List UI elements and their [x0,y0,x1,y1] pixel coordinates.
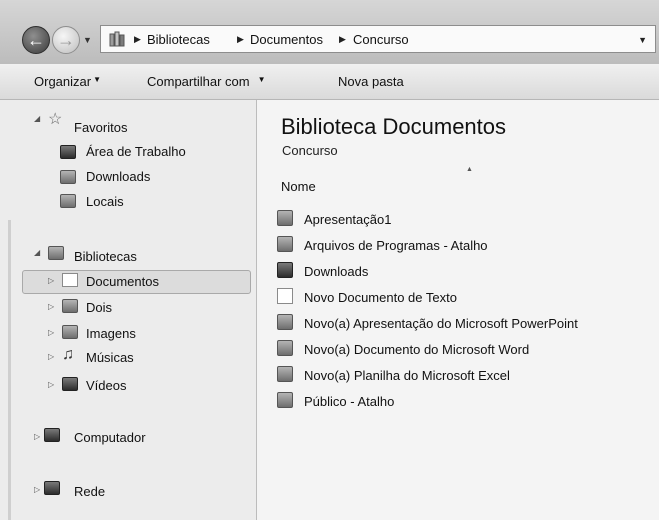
file-name: Novo Documento de Texto [304,290,457,305]
organize-label: Organizar [34,74,92,89]
command-toolbar: Organizar ▼ Compartilhar com ▼ Nova pasta [0,64,659,100]
file-list-pane[interactable]: Biblioteca Documentos Concurso ▲ Nome Ap… [257,100,659,520]
breadcrumb-concurso[interactable]: Concurso [353,32,409,47]
recent-places-icon [60,194,76,208]
nav-item-label: Downloads [86,169,151,184]
library-icon [48,246,64,260]
nav-item-label: Imagens [86,326,136,341]
share-menu[interactable]: Compartilhar com ▼ [147,74,266,89]
breadcrumb-separator-icon[interactable]: ▶ [237,34,244,45]
nav-item-label: Locais [86,194,124,209]
breadcrumb-bibliotecas[interactable]: Bibliotecas [147,32,210,47]
address-field[interactable]: ▶ Bibliotecas ▶ Documentos ▶ Concurso ▼ [100,25,656,53]
file-name: Público - Atalho [304,394,395,409]
collapsed-arrow-icon[interactable]: ▷ [34,432,40,441]
powerpoint-file-icon [277,314,293,330]
forward-arrow-icon: → [57,29,75,50]
library-folder-icon [62,299,78,313]
nav-network-label: Rede [74,484,106,499]
collapsed-arrow-icon[interactable]: ▷ [48,328,54,337]
library-subtitle: Concurso [282,143,338,158]
collapsed-arrow-icon[interactable]: ▷ [48,276,54,285]
library-icon [109,31,125,47]
file-name: Downloads [304,264,369,279]
powerpoint-file-icon [277,210,293,226]
nav-item-label: Área de Trabalho [86,144,186,159]
library-title: Biblioteca Documentos [281,114,507,139]
organize-menu[interactable]: Organizar ▼ [34,74,101,89]
expanded-arrow-icon[interactable]: ◢ [34,248,40,257]
address-history-dropdown-icon[interactable]: ▼ [638,35,647,45]
navigation-pane[interactable]: ◢ ☆ Favoritos Área de Trabalho Downloads… [0,100,257,520]
nav-item-label: Documentos [86,274,159,289]
nav-item-label: Músicas [86,350,134,365]
expanded-arrow-icon[interactable]: ◢ [34,114,40,123]
address-bar-area: ← → ▼ ▶ Bibliotecas ▶ Documentos ▶ Concu… [0,0,659,65]
collapsed-arrow-icon[interactable]: ▷ [48,380,54,389]
word-file-icon [277,340,293,356]
text-file-icon [277,288,293,304]
videos-library-icon [62,377,78,391]
downloads-folder-icon [60,170,76,184]
nav-computer-label: Computador [74,430,146,445]
shortcut-icon [277,392,293,408]
breadcrumb-separator-icon[interactable]: ▶ [339,34,346,45]
nav-favorites-label: Favoritos [74,120,128,135]
music-library-icon: ♫ [62,346,74,363]
pictures-library-icon [62,325,78,339]
file-name: Novo(a) Planilha do Microsoft Excel [304,368,510,383]
sort-ascending-icon: ▲ [466,166,473,173]
nav-libraries-label: Bibliotecas [74,249,137,264]
excel-file-icon [277,366,293,382]
breadcrumb-documentos[interactable]: Documentos [250,32,323,47]
collapsed-arrow-icon[interactable]: ▷ [48,352,54,361]
documents-library-icon [62,273,78,287]
back-arrow-icon: ← [27,29,45,50]
file-name: Apresentação1 [304,212,392,227]
shortcut-icon [277,236,293,252]
new-folder-button[interactable]: Nova pasta [338,74,404,89]
file-name: Novo(a) Apresentação do Microsoft PowerP… [304,316,578,331]
file-name: Arquivos de Programas - Atalho [304,238,488,253]
column-header-name[interactable]: Nome [281,179,316,194]
chevron-down-icon: ▼ [93,75,101,84]
share-label: Compartilhar com [147,74,250,89]
breadcrumb-separator-icon[interactable]: ▶ [134,34,141,45]
back-button[interactable]: ← [22,26,50,54]
nav-item-label: Vídeos [86,378,127,393]
file-name: Novo(a) Documento do Microsoft Word [304,342,530,357]
nav-scrollbar[interactable] [8,220,11,520]
collapsed-arrow-icon[interactable]: ▷ [48,302,54,311]
computer-icon [44,428,60,442]
star-icon: ☆ [48,111,63,128]
desktop-icon [60,145,76,159]
chevron-down-icon: ▼ [257,75,266,84]
downloads-folder-icon [277,262,293,278]
network-icon [44,481,60,495]
collapsed-arrow-icon[interactable]: ▷ [34,485,40,494]
nav-item-label: Dois [86,300,113,315]
recent-pages-dropdown-icon[interactable]: ▼ [83,35,92,45]
forward-button[interactable]: → [52,26,80,54]
